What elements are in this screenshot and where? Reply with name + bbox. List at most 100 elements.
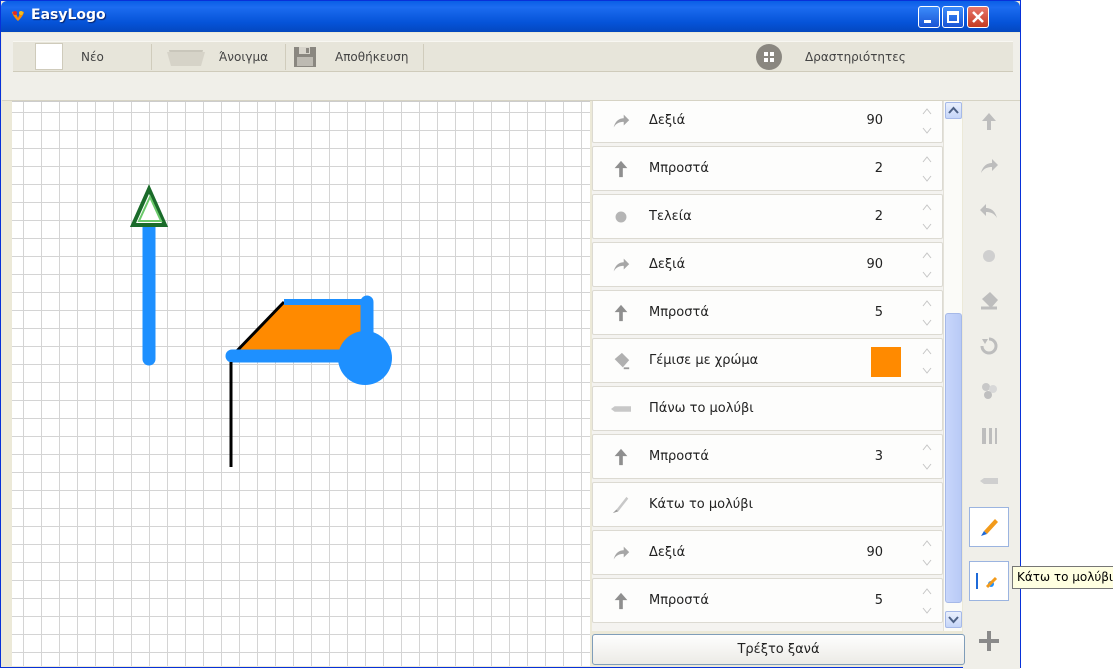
title-bar[interactable]: EasyLogo [1, 1, 1020, 32]
command-label: Πάνω το μολύβι [649, 401, 754, 416]
paint-bucket-icon [614, 352, 630, 370]
palette-pen-down-button[interactable] [969, 507, 1009, 547]
repeat-icon [980, 337, 998, 355]
run-again-button[interactable]: Τρέξτο ξανά [592, 634, 965, 665]
value-spinner[interactable] [921, 441, 933, 473]
command-row[interactable]: Τελεία 2 [592, 194, 943, 239]
open-button[interactable]: Άνοιγμα [165, 42, 268, 71]
value-spinner[interactable] [921, 153, 933, 185]
spinner-arrows-icon [922, 348, 932, 374]
palette-pen-up-button[interactable] [969, 461, 1009, 501]
maximize-icon [947, 11, 959, 23]
command-value[interactable]: 2 [853, 161, 883, 176]
dot-icon [615, 211, 627, 223]
command-row[interactable]: Δεξιά 90 [592, 530, 943, 575]
command-row[interactable]: Δεξιά 90 [592, 101, 943, 143]
spinner-arrows-icon [922, 444, 932, 470]
command-label: Τελεία [649, 209, 692, 224]
scroll-up-button[interactable] [945, 102, 962, 119]
pen-down-icon [981, 519, 998, 536]
drawing-canvas[interactable] [12, 101, 590, 666]
turn-right-icon [981, 159, 998, 173]
command-label: Δεξιά [649, 113, 686, 128]
close-button[interactable] [967, 6, 989, 28]
command-list[interactable]: Δεξιά 90 Μπροστά 2 Τελεία 2 Δεξιά 90 Μπροστά 5 Γέμ… [592, 101, 943, 631]
value-spinner[interactable] [921, 201, 933, 233]
command-row[interactable]: Μπροστά 3 [592, 434, 943, 479]
turn-right-icon [613, 546, 630, 560]
save-button-label: Αποθήκευση [335, 49, 409, 64]
command-row[interactable]: Πάνω το μολύβι [592, 386, 943, 431]
palette-add-button[interactable] [969, 621, 1009, 661]
command-label: Μπροστά [649, 161, 709, 176]
value-spinner[interactable] [921, 345, 933, 377]
command-label: Μπροστά [649, 449, 709, 464]
minimize-button[interactable] [918, 6, 940, 28]
palette-dot-button[interactable] [969, 236, 1009, 276]
command-row[interactable]: Μπροστά 2 [592, 146, 943, 191]
open-folder-icon [167, 49, 205, 66]
toolbar: Νέο Άνοιγμα Αποθήκευση Δραστηριότητες [2, 33, 1020, 101]
command-row[interactable]: Κάτω το μολύβι [592, 482, 943, 527]
palette-fill-button[interactable] [969, 281, 1009, 321]
fill-color-swatch[interactable] [871, 347, 901, 377]
palette-color-button[interactable] [969, 371, 1009, 411]
command-value[interactable]: 2 [853, 209, 883, 224]
spinner-arrows-icon [922, 204, 932, 230]
app-window: EasyLogo Νέο Άνοιγμα Αποθήκευση Δραστηρι… [0, 0, 1021, 669]
toolbar-row: Νέο Άνοιγμα Αποθήκευση Δραστηριότητες [13, 41, 1013, 72]
palette-pen-down-selected-button[interactable] [969, 561, 1009, 601]
command-value[interactable]: 90 [853, 545, 883, 560]
scroll-down-button[interactable] [945, 611, 962, 628]
scroll-thumb[interactable] [945, 313, 962, 603]
window-title: EasyLogo [31, 7, 106, 23]
color-icon [982, 383, 997, 399]
paint-bucket-icon [981, 292, 998, 310]
forward-arrow-icon [614, 448, 628, 466]
new-file-icon [35, 43, 63, 70]
command-label: Μπροστά [649, 305, 709, 320]
pen-up-icon [980, 478, 998, 484]
command-label: Κάτω το μολύβι [649, 497, 753, 512]
command-list-scrollbar[interactable] [943, 101, 962, 631]
dot-icon [983, 250, 995, 262]
palette-repeat-button[interactable] [969, 326, 1009, 366]
pen-up-icon [611, 406, 631, 412]
value-spinner[interactable] [921, 537, 933, 569]
new-button[interactable]: Νέο [35, 42, 104, 71]
palette-turn-right-button[interactable] [969, 146, 1009, 186]
command-value[interactable]: 3 [853, 449, 883, 464]
command-value[interactable]: 5 [853, 305, 883, 320]
turtle-drawing [129, 184, 392, 467]
maximize-button[interactable] [942, 6, 964, 28]
pen-width-icon [982, 428, 997, 444]
save-button[interactable]: Αποθήκευση [293, 42, 408, 71]
pen-down-selected-icon [976, 573, 998, 589]
command-label: Δεξιά [649, 257, 686, 272]
command-value[interactable]: 90 [853, 113, 883, 128]
palette-pen-width-button[interactable] [969, 416, 1009, 456]
command-row[interactable]: Μπροστά 5 [592, 290, 943, 335]
palette-forward-button[interactable] [969, 101, 1009, 141]
pen-down-icon [612, 496, 629, 514]
minimize-icon [924, 20, 931, 23]
command-label: Δεξιά [649, 545, 686, 560]
value-spinner[interactable] [921, 105, 933, 137]
command-label: Γέμισε με χρώμα [649, 353, 759, 368]
toolbar-separator [151, 44, 152, 70]
palette-turn-left-button[interactable] [969, 191, 1009, 231]
value-spinner[interactable] [921, 249, 933, 281]
command-row[interactable]: Γέμισε με χρώμα [592, 338, 943, 383]
command-row[interactable]: Δεξιά 90 [592, 242, 943, 287]
spinner-arrows-icon [922, 108, 932, 134]
command-row[interactable]: Μπροστά 5 [592, 578, 943, 623]
value-spinner[interactable] [921, 585, 933, 617]
spinner-arrows-icon [922, 300, 932, 326]
tooltip: Κάτω το μολύβι [1012, 566, 1113, 589]
activities-button[interactable]: Δραστηριότητες [755, 42, 906, 71]
chevron-down-icon [948, 616, 959, 624]
turn-right-icon [613, 114, 630, 128]
value-spinner[interactable] [921, 297, 933, 329]
command-value[interactable]: 90 [853, 257, 883, 272]
command-value[interactable]: 5 [853, 593, 883, 608]
